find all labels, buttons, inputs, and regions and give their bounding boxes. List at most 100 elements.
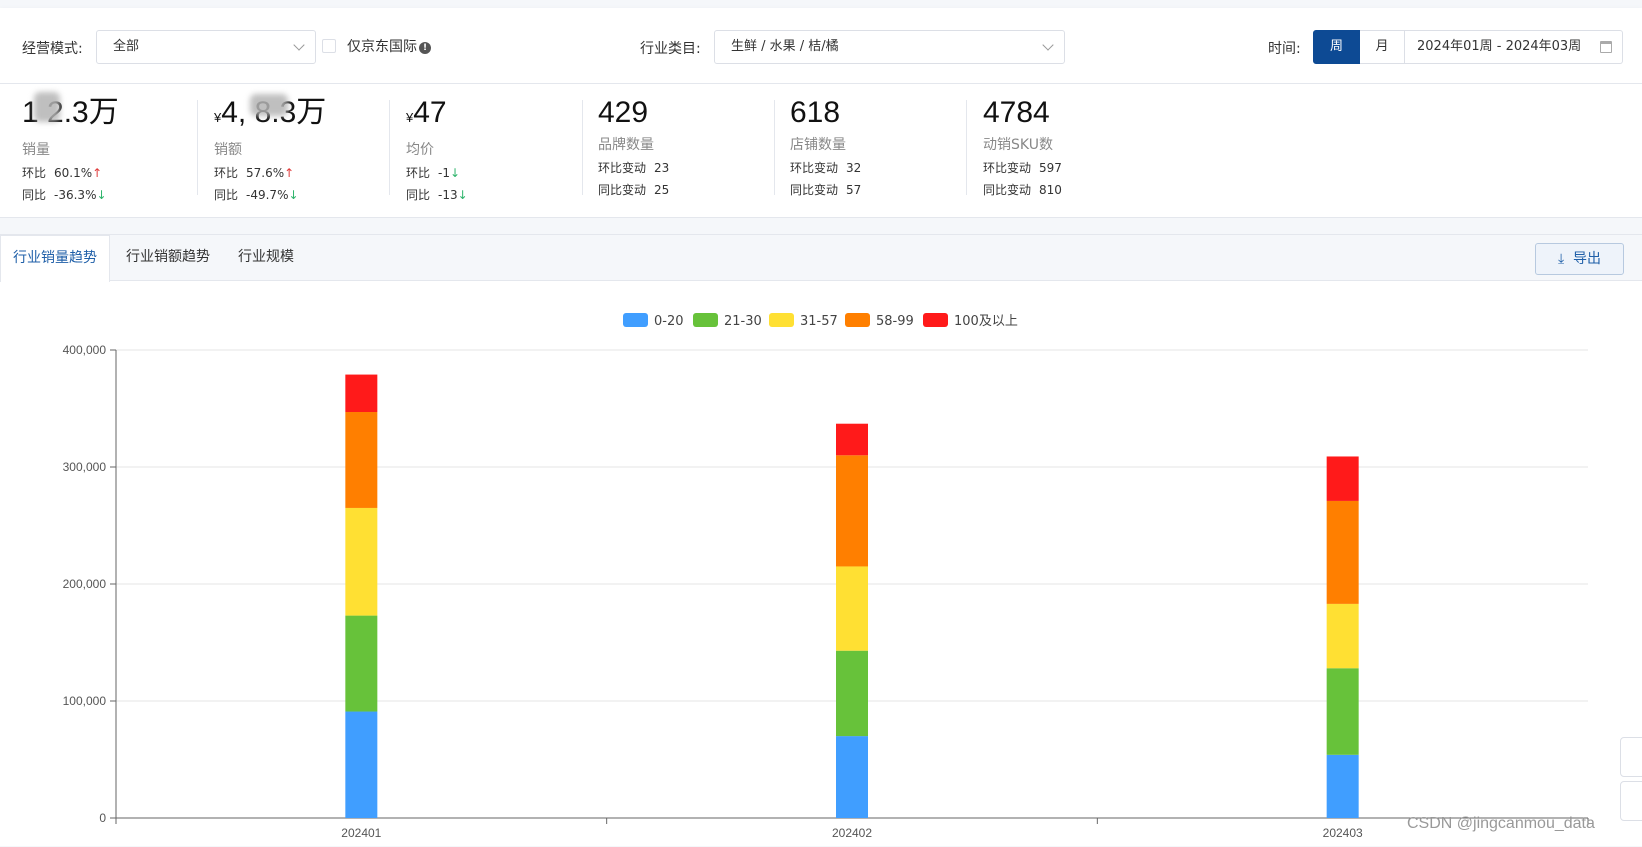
arrow-down-icon: ↓	[288, 188, 299, 202]
x-tick-label: 202401	[341, 826, 381, 840]
arrow-down-icon: ↓	[457, 188, 468, 202]
bar-segment	[345, 615, 378, 712]
kpi-row-value: 23	[654, 161, 670, 175]
legend-swatch	[623, 313, 648, 327]
kpi-sku-count: 4784 动销SKU数 环比变动 597 同比变动 810	[983, 96, 1062, 197]
kpi-strip: 1 2.3万 销量 环比 60.1%↑ 同比 -36.3%↓ ¥4, 8.3万 销额…	[0, 84, 1642, 218]
industry-label: 行业类目:	[640, 41, 701, 57]
legend-swatch	[845, 313, 870, 327]
y-tick-label: 300,000	[63, 460, 107, 474]
bar-segment	[1326, 500, 1359, 604]
kpi-name: 品牌数量	[598, 137, 654, 153]
kpi-row-label: 同比	[22, 188, 47, 202]
legend-label: 31-57	[800, 314, 838, 329]
blur-mask	[34, 92, 60, 122]
tab-industry-scale[interactable]: 行业规模	[226, 235, 306, 281]
bar-segment	[345, 711, 378, 818]
jd-intl-text: 仅京东国际	[347, 39, 417, 55]
chart-panel: 行业销量趋势 行业销额趋势 行业规模 ⤓ 导出 0 100,000 200,000 3…	[0, 234, 1642, 846]
bar-segment	[836, 423, 868, 456]
filter-bar: 经营模式: 全部 仅京东国际! 行业类目: 生鲜 / 水果 / 桔/橘 时间: …	[0, 8, 1642, 84]
kpi-row-label: 环比变动	[790, 161, 839, 175]
month-toggle[interactable]: 月	[1360, 30, 1405, 64]
bar-segment	[836, 566, 868, 651]
kpi-row-label: 环比	[214, 166, 239, 180]
jd-intl-label[interactable]: 仅京东国际!	[347, 36, 431, 56]
kpi-value: 47	[413, 96, 447, 129]
kpi-name: 动销SKU数	[983, 137, 1053, 153]
legend-label: 0-20	[654, 314, 684, 329]
kpi-row-value: -36.3%	[54, 188, 97, 202]
kpi-name: 销量	[22, 142, 50, 158]
bar-segment	[345, 507, 378, 616]
kpi-value: 618	[790, 96, 841, 129]
kpi-row-value: -1	[438, 166, 450, 180]
y-tick-label: 400,000	[63, 343, 107, 357]
jd-intl-checkbox[interactable]	[322, 39, 336, 53]
legend-swatch	[693, 313, 718, 327]
divider	[966, 100, 967, 195]
kpi-row-value: 32	[846, 161, 862, 175]
kpi-row-value: -49.7%	[246, 188, 289, 202]
time-label: 时间:	[1268, 41, 1301, 57]
bar-segment	[345, 374, 378, 413]
divider	[774, 100, 775, 195]
x-tick-label: 202402	[832, 826, 872, 840]
blur-mask	[250, 94, 288, 116]
kpi-row-label: 环比	[406, 166, 431, 180]
bar-segment	[836, 650, 868, 737]
export-label: 导出	[1573, 251, 1602, 267]
legend-swatch	[769, 313, 794, 327]
x-tick-label: 202403	[1323, 826, 1363, 840]
mode-label: 经营模式:	[22, 41, 83, 57]
kpi-row-value: 810	[1039, 183, 1062, 197]
tab-sales-volume-trend[interactable]: 行业销量趋势	[0, 235, 110, 282]
info-icon[interactable]: !	[419, 42, 431, 54]
arrow-down-icon: ↓	[449, 166, 461, 180]
kpi-row-value: 57.6%	[246, 166, 285, 180]
divider	[197, 100, 198, 195]
legend-label: 58-99	[876, 314, 914, 329]
side-tool-button[interactable]	[1620, 781, 1642, 821]
side-tool-button[interactable]	[1620, 737, 1642, 777]
kpi-value: 4784	[983, 96, 1050, 129]
kpi-brand-count: 429 品牌数量 环比变动 23 同比变动 25	[598, 96, 670, 197]
week-toggle[interactable]: 周	[1313, 30, 1360, 64]
kpi-row-label: 同比变动	[598, 183, 647, 197]
kpi-row-label: 同比变动	[983, 183, 1032, 197]
watermark: CSDN @jingcanmou_data	[1407, 815, 1595, 832]
kpi-row-value: -13	[438, 188, 458, 202]
bar-segment	[345, 412, 378, 508]
bar-segment	[836, 736, 868, 818]
mode-select-value: 全部	[113, 39, 140, 54]
legend-label: 21-30	[724, 314, 762, 329]
date-range-picker[interactable]: 2024年01周 - 2024年03周	[1405, 30, 1623, 64]
kpi-value: 429	[598, 96, 649, 129]
download-icon: ⤓	[1557, 251, 1565, 267]
arrow-down-icon: ↓	[96, 188, 107, 202]
industry-select-value: 生鲜 / 水果 / 桔/橘	[731, 39, 839, 54]
bar-segment	[1326, 668, 1359, 755]
kpi-row-label: 环比变动	[983, 161, 1032, 175]
kpi-row-label: 环比	[22, 166, 47, 180]
calendar-icon	[1600, 41, 1612, 53]
kpi-row-value: 60.1%	[54, 166, 93, 180]
kpi-row-label: 环比变动	[598, 161, 647, 175]
arrow-up-icon: ↑	[284, 166, 295, 180]
kpi-name: 均价	[406, 142, 434, 158]
tab-sales-amount-trend[interactable]: 行业销额趋势	[114, 235, 222, 281]
y-tick-label: 100,000	[63, 694, 107, 708]
kpi-row-value: 597	[1039, 161, 1062, 175]
chevron-down-icon	[1042, 39, 1054, 51]
divider	[389, 100, 390, 195]
bar-segment	[1326, 456, 1359, 501]
y-tick-label: 0	[99, 811, 106, 825]
export-button[interactable]: ⤓ 导出	[1535, 243, 1624, 275]
bar-segment	[1326, 603, 1359, 669]
kpi-row-label: 同比	[214, 188, 239, 202]
kpi-row-label: 同比变动	[790, 183, 839, 197]
bar-segment	[1326, 754, 1359, 818]
industry-select[interactable]: 生鲜 / 水果 / 桔/橘	[714, 30, 1065, 64]
mode-select[interactable]: 全部	[96, 30, 316, 64]
chevron-down-icon	[293, 39, 305, 51]
